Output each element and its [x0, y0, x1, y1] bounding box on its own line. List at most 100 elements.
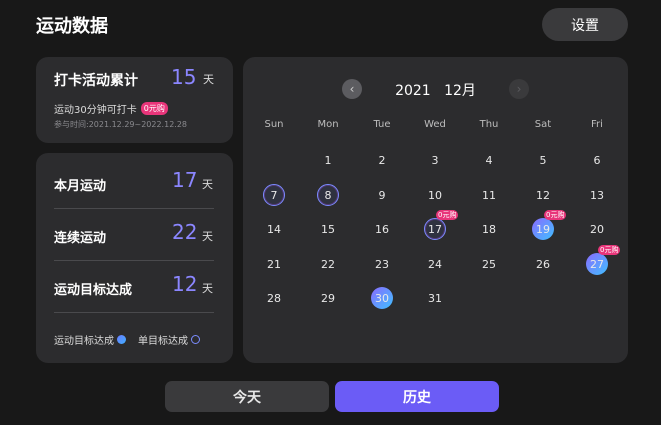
- checkin-subtext: 运动30分钟可打卡 0元购: [54, 101, 168, 116]
- day-number: 26: [536, 257, 550, 271]
- stats-card: 本月运动 17 天 连续运动 22 天 运动目标达成 12 天 运动目标达成 单…: [36, 153, 233, 363]
- calendar-day[interactable]: 18: [469, 217, 509, 241]
- calendar-day[interactable]: 15: [308, 217, 348, 241]
- weekday-label: Wed: [424, 119, 446, 130]
- calendar-day[interactable]: 31: [415, 286, 455, 310]
- day-number: 29: [321, 291, 335, 305]
- ring-dot-icon: [191, 335, 200, 344]
- calendar-day[interactable]: 7: [254, 183, 294, 207]
- calendar-year: 2021: [395, 83, 431, 99]
- calendar-day[interactable]: 13: [577, 183, 617, 207]
- calendar-day[interactable]: 3: [415, 148, 455, 172]
- calendar-day[interactable]: 6: [577, 148, 617, 172]
- day-number: 23: [375, 257, 389, 271]
- checkin-unit: 天: [203, 73, 214, 86]
- promo-badge: 0元购: [436, 210, 459, 220]
- chevron-right-icon[interactable]: ›: [509, 79, 529, 99]
- weekday-label: Sun: [264, 119, 284, 130]
- stat-label: 本月运动: [54, 179, 107, 194]
- day-number: 12: [536, 188, 550, 202]
- checkin-count: 15: [171, 65, 197, 89]
- weekday-label: Sat: [534, 119, 552, 130]
- stat-goal: 运动目标达成 12 天: [54, 261, 214, 313]
- calendar-day[interactable]: 2: [362, 148, 402, 172]
- month-label: 2021 12月: [368, 80, 503, 100]
- calendar-day[interactable]: 17 0元购: [415, 210, 459, 241]
- day-number: 15: [321, 222, 335, 236]
- calendar-day[interactable]: 4: [469, 148, 509, 172]
- legend-item-goal: 运动目标达成: [54, 332, 126, 347]
- calendar-day[interactable]: 9: [362, 183, 402, 207]
- settings-button[interactable]: 设置: [542, 8, 628, 41]
- stat-unit: 天: [202, 230, 213, 243]
- calendar-day[interactable]: 30: [362, 286, 402, 310]
- day-number: 21: [267, 257, 281, 271]
- calendar-header: ‹ 2021 12月 ›: [243, 79, 628, 101]
- promo-badge: 0元购: [598, 245, 621, 255]
- calendar-day[interactable]: 20: [577, 217, 617, 241]
- calendar-month: 12月: [444, 83, 476, 99]
- checkin-subtext-label: 运动30分钟可打卡: [54, 105, 137, 116]
- calendar: ‹ 2021 12月 › Sun Mon Tue Wed Thu Sat Fri 12345…: [243, 57, 628, 363]
- stat-value: 12: [172, 272, 198, 296]
- calendar-day[interactable]: 1: [308, 148, 348, 172]
- stat-value: 22: [172, 220, 198, 244]
- today-button[interactable]: 今天: [165, 381, 329, 412]
- legend: 运动目标达成 单目标达成: [54, 332, 200, 347]
- legend-label: 运动目标达成: [54, 336, 114, 347]
- day-number: 5: [539, 153, 547, 167]
- promo-badge: 0元购: [140, 102, 168, 115]
- calendar-day[interactable]: 24: [415, 252, 455, 276]
- page-title: 运动数据: [36, 16, 108, 37]
- stat-unit: 天: [202, 178, 213, 191]
- calendar-day[interactable]: 5: [523, 148, 563, 172]
- legend-label: 单目标达成: [138, 336, 188, 347]
- day-number: 14: [267, 222, 281, 236]
- stat-label: 运动目标达成: [54, 283, 133, 298]
- day-number: 25: [482, 257, 496, 271]
- day-number: 3: [431, 153, 439, 167]
- calendar-day[interactable]: 12: [523, 183, 563, 207]
- calendar-day[interactable]: 10: [415, 183, 455, 207]
- day-number: 13: [590, 188, 604, 202]
- stat-label: 连续运动: [54, 231, 107, 246]
- day-number: 10: [428, 188, 442, 202]
- checkin-card: 打卡活动累计 15 天 运动30分钟可打卡 0元购 参与时间:2021.12.2…: [36, 57, 233, 143]
- calendar-day[interactable]: 27 0元购: [577, 245, 621, 276]
- chevron-left-icon[interactable]: ‹: [342, 79, 362, 99]
- day-number: 1: [324, 153, 332, 167]
- weekday-label: Mon: [317, 119, 339, 130]
- day-number: 27: [590, 257, 604, 271]
- calendar-day[interactable]: 25: [469, 252, 509, 276]
- day-number: 8: [324, 188, 332, 202]
- day-number: 9: [378, 188, 386, 202]
- calendar-day[interactable]: 28: [254, 286, 294, 310]
- day-number: 19: [536, 222, 550, 236]
- stat-unit: 天: [202, 282, 213, 295]
- weekday-label: Tue: [373, 119, 391, 130]
- day-number: 6: [593, 153, 601, 167]
- day-number: 18: [482, 222, 496, 236]
- day-number: 4: [485, 153, 493, 167]
- history-button[interactable]: 历史: [335, 381, 499, 412]
- calendar-day[interactable]: 19 0元购: [523, 210, 567, 241]
- weekday-label: Thu: [479, 119, 499, 130]
- calendar-day[interactable]: 23: [362, 252, 402, 276]
- calendar-day[interactable]: 29: [308, 286, 348, 310]
- legend-item-single: 单目标达成: [138, 332, 200, 347]
- day-number: 31: [428, 291, 442, 305]
- calendar-day[interactable]: 11: [469, 183, 509, 207]
- day-number: 2: [378, 153, 386, 167]
- checkin-label: 打卡活动累计: [54, 73, 138, 89]
- day-number: 28: [267, 291, 281, 305]
- day-number: 11: [482, 188, 496, 202]
- calendar-day[interactable]: 26: [523, 252, 563, 276]
- divider: [54, 312, 214, 313]
- calendar-day[interactable]: 22: [308, 252, 348, 276]
- day-number: 7: [270, 188, 278, 202]
- calendar-day[interactable]: 8: [308, 183, 348, 207]
- calendar-day[interactable]: 16: [362, 217, 402, 241]
- calendar-day[interactable]: 21: [254, 252, 294, 276]
- calendar-day[interactable]: 14: [254, 217, 294, 241]
- day-number: 22: [321, 257, 335, 271]
